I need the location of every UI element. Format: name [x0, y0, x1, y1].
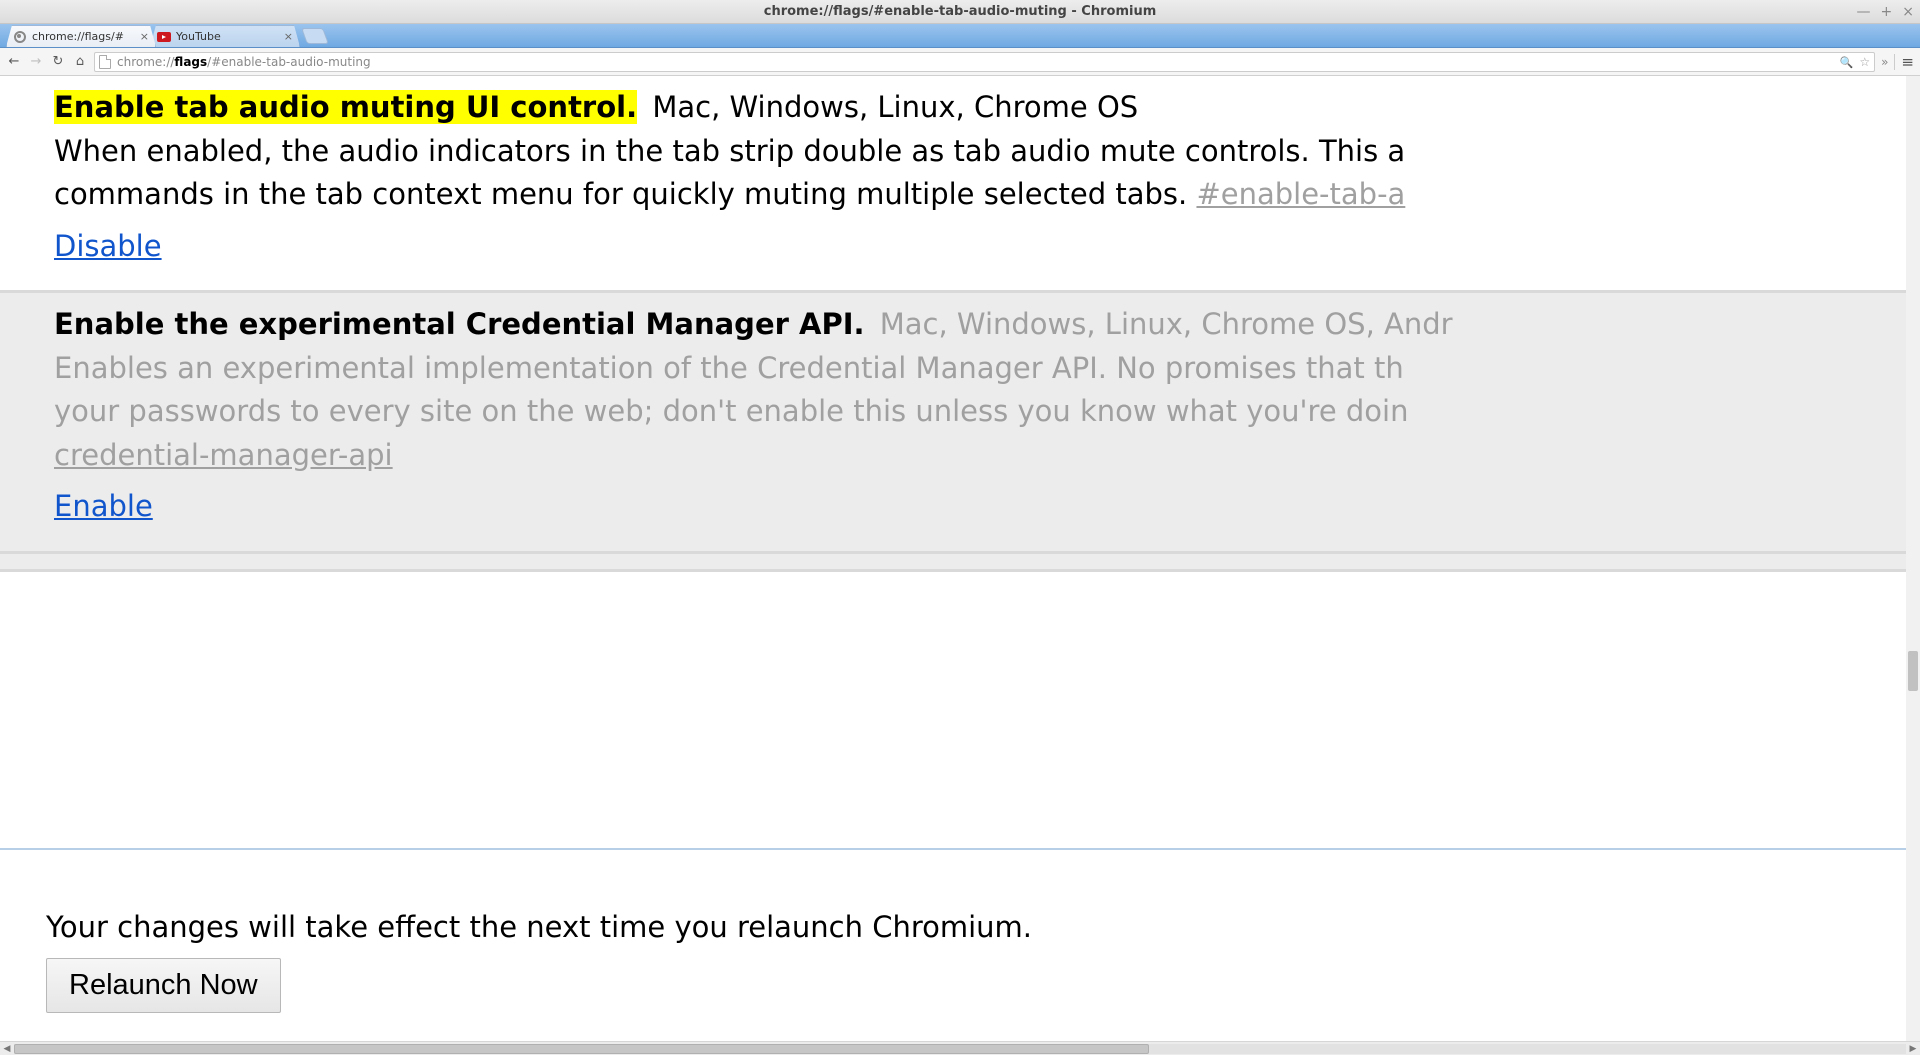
bookmark-star-icon[interactable]: [1859, 55, 1870, 69]
nav-home-icon[interactable]: ⌂: [72, 54, 88, 69]
flag-title: Enable the experimental Credential Manag…: [54, 307, 865, 341]
flag-description: commands in the tab context menu for qui…: [54, 177, 1196, 211]
window-minimize-icon[interactable]: —: [1857, 5, 1871, 19]
scrollbar-track[interactable]: [14, 1044, 1906, 1054]
flag-platforms: Mac, Windows, Linux, Chrome OS, Andr: [880, 307, 1453, 341]
scroll-right-icon[interactable]: ▶: [1906, 1044, 1920, 1054]
youtube-favicon-icon: [157, 30, 171, 44]
browser-menu-icon[interactable]: ≡: [1901, 53, 1914, 71]
flag-title: Enable tab audio muting UI control.: [54, 90, 637, 124]
relaunch-banner: Your changes will take effect the next t…: [0, 848, 1920, 1041]
nav-back-icon[interactable]: ←: [6, 54, 22, 69]
flag-description: your passwords to every site on the web;…: [54, 394, 1408, 428]
scrollbar-thumb[interactable]: [14, 1044, 1149, 1054]
scroll-left-icon[interactable]: ◀: [0, 1044, 14, 1054]
window-close-icon[interactable]: ×: [1902, 5, 1914, 19]
zoom-icon[interactable]: [1840, 55, 1854, 69]
flag-description: When enabled, the audio indicators in th…: [54, 134, 1405, 168]
browser-tab-youtube[interactable]: YouTube ×: [150, 25, 300, 47]
tab-title: YouTube: [176, 30, 280, 43]
page-viewport: Enable tab audio muting UI control. Mac,…: [0, 76, 1920, 1041]
flag-anchor-link[interactable]: #enable-tab-a: [1196, 177, 1405, 211]
page-icon: [99, 55, 111, 69]
browser-tab-flags[interactable]: chrome://flags/# ×: [6, 25, 156, 47]
new-tab-button[interactable]: [301, 28, 329, 44]
toolbar-divider: [1894, 54, 1895, 70]
flag-entry-credential-manager-api: Enable the experimental Credential Manag…: [0, 293, 1920, 554]
tab-title: chrome://flags/#: [32, 30, 136, 43]
window-maximize-icon[interactable]: +: [1881, 5, 1893, 19]
os-window-title: chrome://flags/#enable-tab-audio-muting …: [764, 4, 1157, 19]
browser-toolbar: ← → ↻ ⌂ chrome://flags/#enable-tab-audio…: [0, 48, 1920, 76]
flag-enable-link[interactable]: Enable: [54, 485, 1920, 529]
nav-reload-icon[interactable]: ↻: [50, 54, 66, 69]
tab-close-icon[interactable]: ×: [284, 30, 293, 43]
scrollbar-thumb[interactable]: [1908, 651, 1918, 691]
flag-platforms: Mac, Windows, Linux, Chrome OS: [652, 90, 1138, 124]
address-bar[interactable]: chrome://flags/#enable-tab-audio-muting: [94, 52, 1875, 72]
overflow-chevron-icon[interactable]: »: [1881, 55, 1888, 69]
relaunch-now-button[interactable]: Relaunch Now: [46, 958, 281, 1013]
flag-anchor-link[interactable]: credential-manager-api: [54, 438, 393, 472]
vertical-scrollbar[interactable]: [1906, 76, 1920, 1041]
flag-entry-enable-tab-audio-muting: Enable tab audio muting UI control. Mac,…: [0, 76, 1920, 293]
flag-disable-link[interactable]: Disable: [54, 225, 1920, 269]
tab-close-icon[interactable]: ×: [140, 30, 149, 43]
flag-entry-next-stub: [0, 554, 1920, 572]
horizontal-scrollbar[interactable]: ◀ ▶: [0, 1041, 1920, 1055]
url-text: chrome://flags/#enable-tab-audio-muting: [117, 55, 1840, 69]
relaunch-message: Your changes will take effect the next t…: [46, 910, 1920, 944]
browser-tab-strip: chrome://flags/# × YouTube ×: [0, 24, 1920, 48]
flag-description: Enables an experimental implementation o…: [54, 351, 1404, 385]
os-window-titlebar: chrome://flags/#enable-tab-audio-muting …: [0, 0, 1920, 24]
nav-forward-icon: →: [28, 54, 44, 69]
chromium-favicon-icon: [13, 30, 27, 44]
